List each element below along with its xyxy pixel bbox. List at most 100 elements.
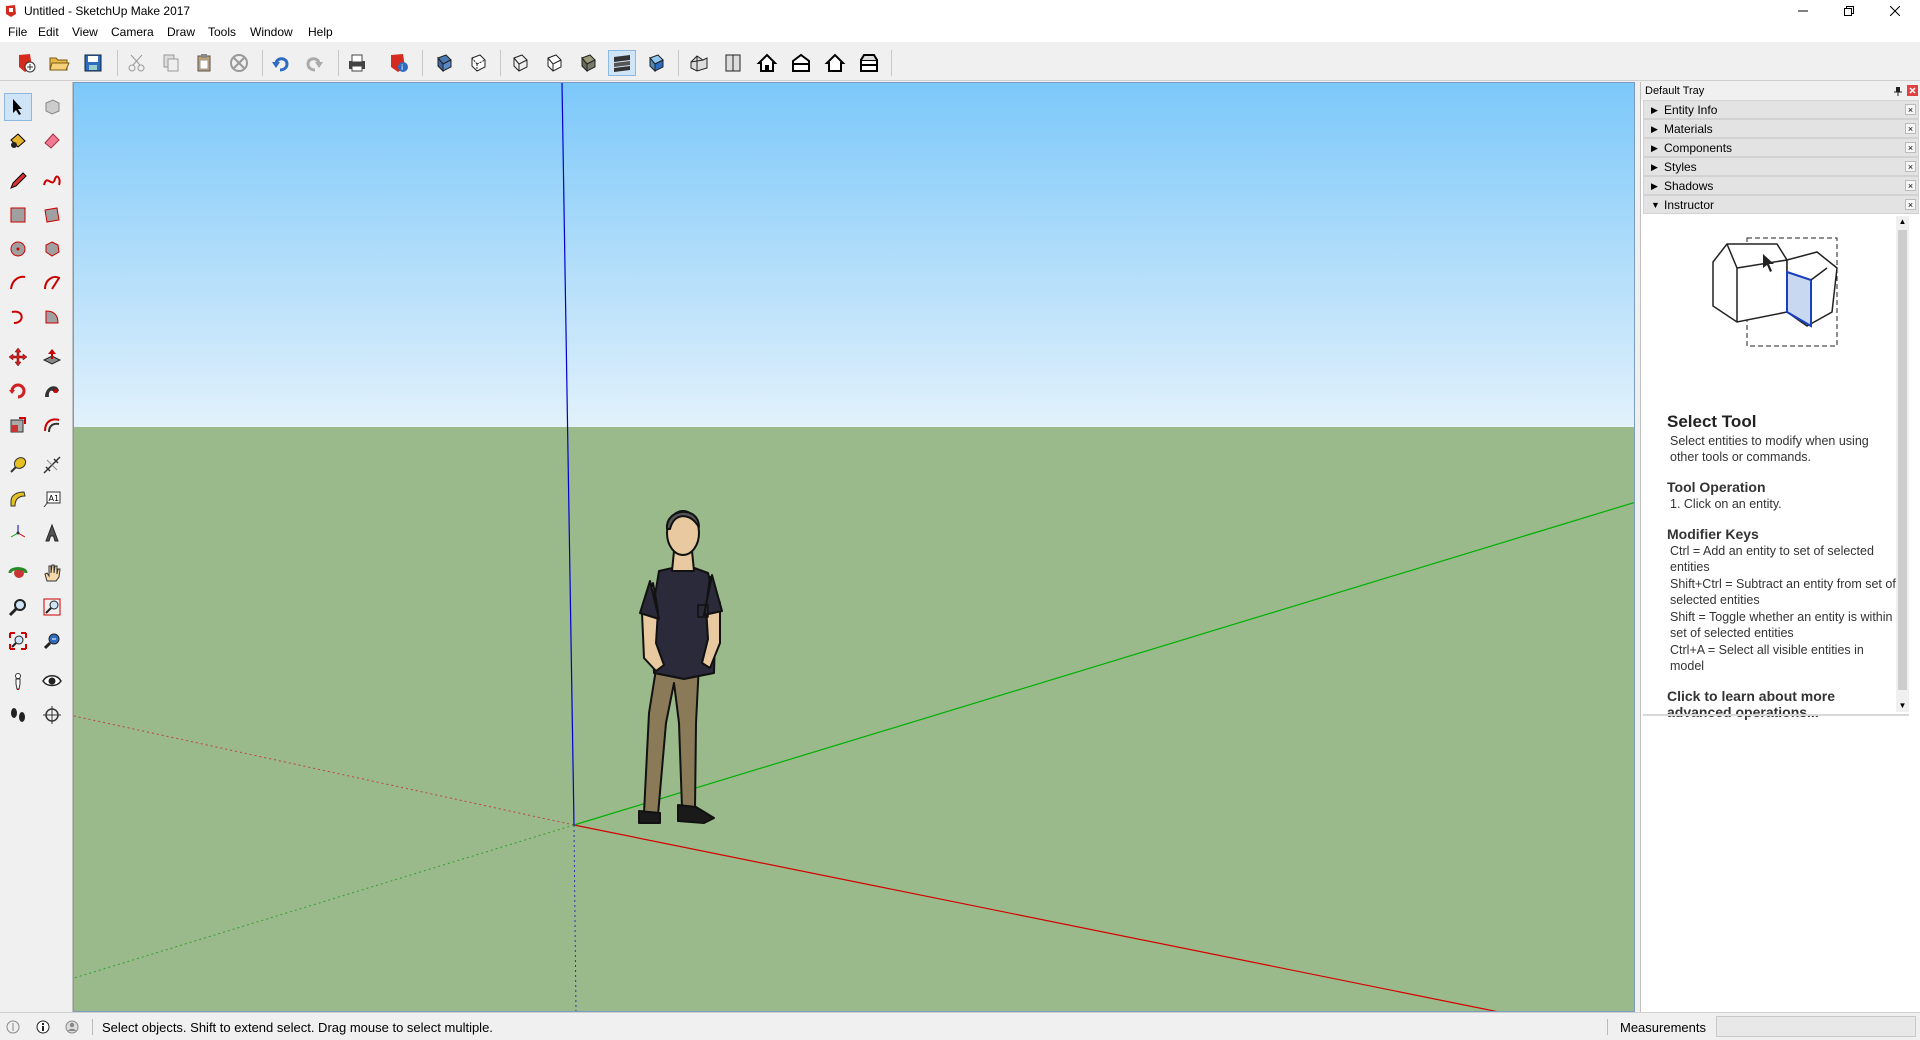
protractor-button[interactable] bbox=[4, 485, 32, 513]
shaded-textures-button[interactable] bbox=[608, 50, 636, 76]
paint-bucket-button[interactable] bbox=[4, 127, 32, 155]
menu-camera[interactable]: Camera bbox=[108, 25, 157, 39]
pin-icon[interactable] bbox=[1893, 86, 1903, 96]
panel-close-icon[interactable]: × bbox=[1905, 142, 1916, 153]
close-button[interactable] bbox=[1872, 0, 1918, 22]
walk-tool-button[interactable] bbox=[4, 701, 32, 729]
circle-tool-button[interactable] bbox=[4, 235, 32, 263]
two-point-arc-button[interactable] bbox=[38, 269, 66, 297]
model-viewport[interactable] bbox=[73, 82, 1635, 1012]
panel-instructor[interactable]: ▼ Instructor × bbox=[1643, 195, 1919, 214]
panel-entity-info[interactable]: ▶ Entity Info × bbox=[1643, 100, 1919, 119]
panel-close-icon[interactable]: × bbox=[1905, 123, 1916, 134]
line-tool-button[interactable] bbox=[4, 167, 32, 195]
make-component-button[interactable] bbox=[38, 93, 66, 121]
top-view-button[interactable] bbox=[719, 50, 747, 76]
cut-button[interactable] bbox=[123, 50, 151, 76]
redo-button[interactable] bbox=[300, 50, 328, 76]
three-point-arc-button[interactable] bbox=[4, 303, 32, 331]
restore-button[interactable] bbox=[1826, 0, 1872, 22]
save-button[interactable] bbox=[79, 50, 107, 76]
menu-edit[interactable]: Edit bbox=[35, 25, 62, 39]
toolbar-separator bbox=[500, 50, 501, 76]
look-around-button[interactable] bbox=[38, 667, 66, 695]
panel-close-icon[interactable]: × bbox=[1905, 180, 1916, 191]
monochrome-button[interactable] bbox=[642, 50, 670, 76]
front-view-button[interactable] bbox=[753, 50, 781, 76]
zoom-extents-button[interactable] bbox=[4, 627, 32, 655]
copy-button[interactable] bbox=[157, 50, 185, 76]
new-button[interactable] bbox=[12, 50, 40, 76]
menu-window[interactable]: Window bbox=[247, 25, 296, 39]
section-plane-button[interactable] bbox=[38, 701, 66, 729]
push-pull-button[interactable] bbox=[38, 343, 66, 371]
shaded-button[interactable] bbox=[574, 50, 602, 76]
orbit-tool-button[interactable] bbox=[4, 559, 32, 587]
follow-me-button[interactable] bbox=[38, 377, 66, 405]
tape-measure-button[interactable] bbox=[4, 451, 32, 479]
freehand-tool-button[interactable] bbox=[38, 167, 66, 195]
panel-shadows[interactable]: ▶ Shadows × bbox=[1643, 176, 1919, 195]
rectangle-tool-button[interactable] bbox=[4, 201, 32, 229]
info-icon[interactable] bbox=[36, 1020, 50, 1034]
hidden-line-button[interactable] bbox=[540, 50, 568, 76]
axes-tool-button[interactable] bbox=[4, 519, 32, 547]
zoom-extents-icon bbox=[9, 632, 27, 650]
text-tool-button[interactable]: A1 bbox=[38, 485, 66, 513]
arc-tool-button[interactable] bbox=[4, 269, 32, 297]
zoom-tool-button[interactable] bbox=[4, 593, 32, 621]
status-bar: Select objects. Shift to extend select. … bbox=[0, 1012, 1920, 1040]
zoom-window-button[interactable] bbox=[38, 593, 66, 621]
panel-styles[interactable]: ▶ Styles × bbox=[1643, 157, 1919, 176]
print-button[interactable] bbox=[343, 50, 371, 76]
panel-materials[interactable]: ▶ Materials × bbox=[1643, 119, 1919, 138]
offset-tool-button[interactable] bbox=[38, 411, 66, 439]
position-camera-icon bbox=[15, 673, 21, 690]
measurements-input[interactable] bbox=[1716, 1016, 1916, 1037]
menu-draw[interactable]: Draw bbox=[164, 25, 198, 39]
tray-close-icon[interactable] bbox=[1907, 85, 1918, 96]
geo-location-icon[interactable] bbox=[6, 1020, 20, 1034]
panel-close-icon[interactable]: × bbox=[1905, 161, 1916, 172]
rotate-tool-button[interactable] bbox=[4, 377, 32, 405]
minimize-button[interactable] bbox=[1780, 0, 1826, 22]
right-view-button[interactable] bbox=[787, 50, 815, 76]
scrollbar-thumb[interactable] bbox=[1898, 230, 1907, 690]
scroll-up-icon[interactable]: ▲ bbox=[1896, 216, 1909, 228]
select-tool-button[interactable] bbox=[4, 93, 32, 121]
open-button[interactable] bbox=[45, 50, 73, 76]
erase-button[interactable] bbox=[225, 50, 253, 76]
instructor-scrollbar[interactable]: ▲ ▼ bbox=[1896, 216, 1909, 712]
menu-help[interactable]: Help bbox=[305, 25, 336, 39]
menu-tools[interactable]: Tools bbox=[205, 25, 239, 39]
scroll-down-icon[interactable]: ▼ bbox=[1896, 700, 1909, 712]
scale-tool-button[interactable] bbox=[4, 411, 32, 439]
wireframe-button[interactable] bbox=[506, 50, 534, 76]
3d-text-button[interactable] bbox=[38, 519, 66, 547]
dimension-tool-button[interactable] bbox=[38, 451, 66, 479]
pan-tool-button[interactable] bbox=[38, 559, 66, 587]
paste-button[interactable] bbox=[190, 50, 218, 76]
back-view-button[interactable] bbox=[821, 50, 849, 76]
undo-button[interactable] bbox=[267, 50, 295, 76]
menu-file[interactable]: File bbox=[5, 25, 30, 39]
pie-tool-button[interactable] bbox=[38, 303, 66, 331]
rotated-rectangle-button[interactable] bbox=[38, 201, 66, 229]
left-view-button[interactable] bbox=[855, 50, 883, 76]
polygon-tool-button[interactable] bbox=[38, 235, 66, 263]
iso-view-button[interactable] bbox=[685, 50, 713, 76]
panel-close-icon[interactable]: × bbox=[1905, 104, 1916, 115]
panel-label: Materials bbox=[1664, 122, 1713, 136]
panel-close-icon[interactable]: × bbox=[1905, 199, 1916, 210]
xray-button[interactable] bbox=[430, 50, 458, 76]
menu-view[interactable]: View bbox=[69, 25, 101, 39]
model-canvas[interactable] bbox=[74, 83, 1635, 1012]
move-tool-button[interactable] bbox=[4, 343, 32, 371]
panel-components[interactable]: ▶ Components × bbox=[1643, 138, 1919, 157]
eraser-button[interactable] bbox=[38, 127, 66, 155]
back-edges-button[interactable] bbox=[464, 50, 492, 76]
position-camera-button[interactable] bbox=[4, 667, 32, 695]
model-info-button[interactable]: i bbox=[385, 50, 413, 76]
previous-view-button[interactable] bbox=[38, 627, 66, 655]
account-icon[interactable] bbox=[65, 1020, 79, 1034]
